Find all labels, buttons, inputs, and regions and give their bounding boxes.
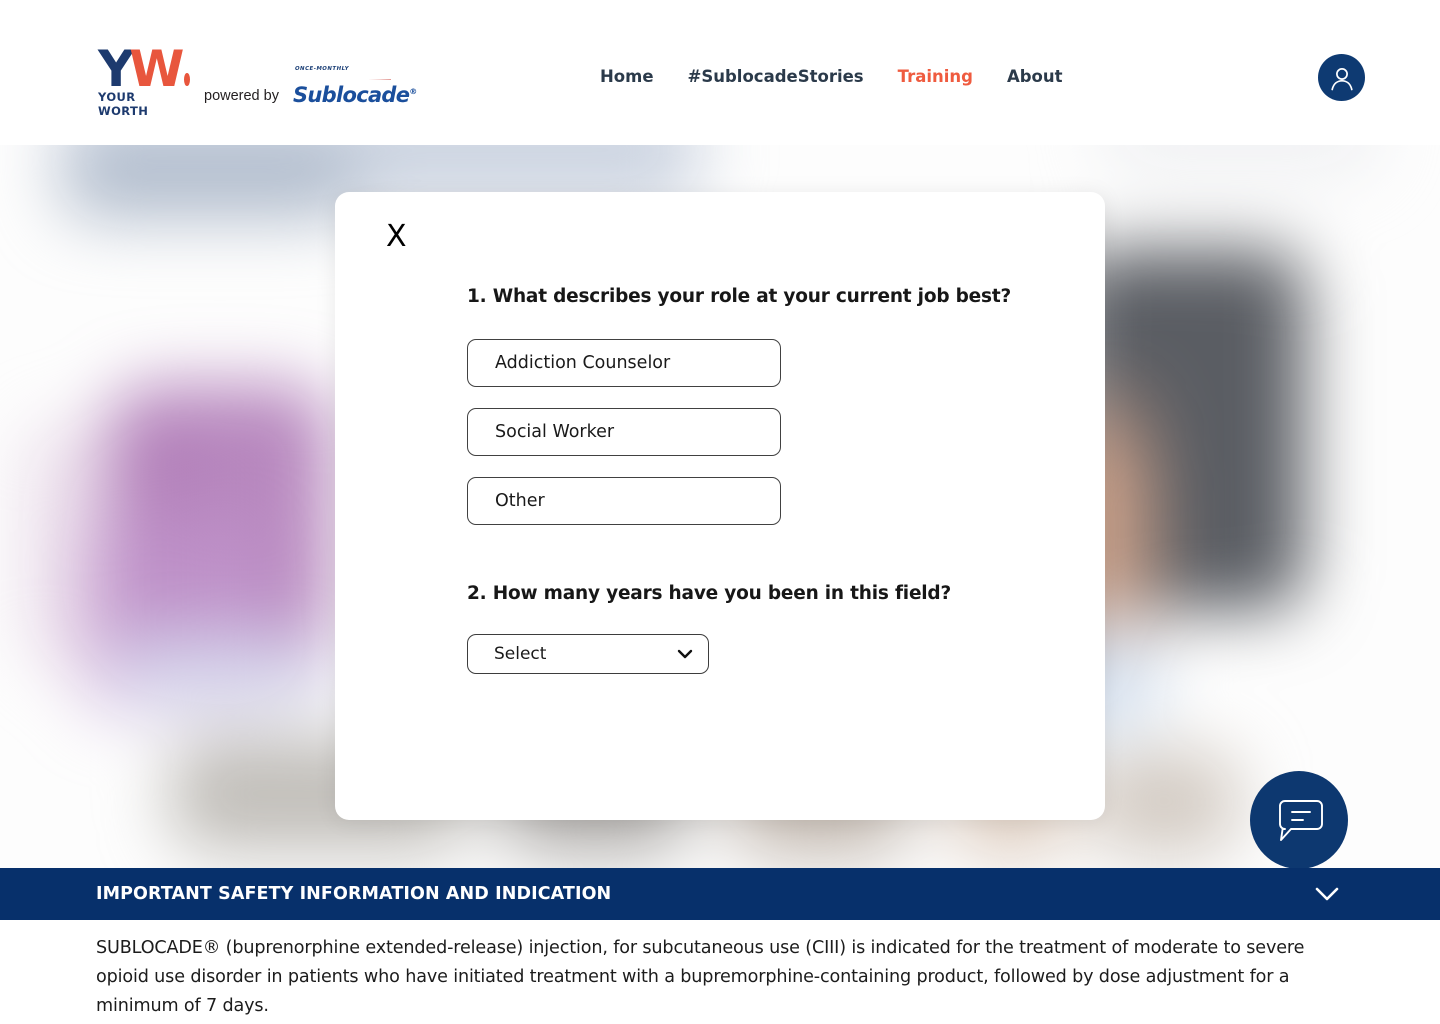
chat-button[interactable] <box>1250 771 1348 869</box>
chevron-down-icon <box>676 645 694 663</box>
option-addiction-counselor[interactable]: Addiction Counselor <box>467 339 781 387</box>
close-icon[interactable]: X <box>380 218 413 256</box>
survey-modal: X 1. What describes your role at your cu… <box>335 192 1105 820</box>
bg-shape-light-blue-band-2 <box>110 630 330 710</box>
sublocade-word-text: Sublocade <box>292 83 410 107</box>
years-in-field-select-value: Select <box>494 644 547 664</box>
question-2-block: 2. How many years have you been in this … <box>467 583 1067 674</box>
nav-item-about[interactable]: About <box>1007 67 1063 86</box>
yw-monogram: Y W <box>98 44 190 94</box>
site-header: Y W YOUR WORTH powered by ONCE-MONTHLY S… <box>0 0 1440 145</box>
isi-body: SUBLOCADE® (buprenorphine extended-relea… <box>0 920 1440 1024</box>
sublocade-logo[interactable]: ONCE-MONTHLY Sublocade® <box>293 66 417 108</box>
isi-header-bar[interactable]: IMPORTANT SAFETY INFORMATION AND INDICAT… <box>0 868 1440 920</box>
bg-shape-bottom-card-5 <box>1090 750 1240 855</box>
sublocade-registered-mark: ® <box>409 87 417 96</box>
option-other[interactable]: Other <box>467 477 781 525</box>
option-social-worker[interactable]: Social Worker <box>467 408 781 456</box>
yw-dot-icon <box>184 73 190 86</box>
isi-heading: IMPORTANT SAFETY INFORMATION AND INDICAT… <box>96 884 612 904</box>
nav-item-sublocadestories[interactable]: #SublocadeStories <box>688 67 864 86</box>
chat-bubble-icon <box>1279 800 1323 841</box>
brand-lockup[interactable]: Y W YOUR WORTH powered by ONCE-MONTHLY S… <box>98 44 417 118</box>
yw-letter-w: W <box>129 40 184 98</box>
years-in-field-select-wrap: Select <box>467 634 709 674</box>
your-worth-logo[interactable]: Y W YOUR WORTH <box>98 44 190 118</box>
isi-expand-chevron-down-icon[interactable] <box>1312 884 1342 904</box>
question-1-options: Addiction Counselor Social Worker Other <box>467 339 1067 525</box>
main-navigation: Home #SublocadeStories Training About <box>600 67 1063 86</box>
nav-item-training[interactable]: Training <box>898 67 973 86</box>
powered-by-label: powered by <box>204 88 279 104</box>
years-in-field-select[interactable]: Select <box>467 634 709 674</box>
yw-letter-y: Y <box>98 40 134 98</box>
sublocade-swoosh-icon <box>293 73 391 80</box>
user-account-icon <box>1330 67 1353 90</box>
account-avatar[interactable] <box>1318 54 1365 101</box>
isi-body-text: SUBLOCADE® (buprenorphine extended-relea… <box>96 938 1305 1016</box>
bg-shape-top-right <box>1100 145 1380 175</box>
nav-item-home[interactable]: Home <box>600 67 654 86</box>
sublocade-once-monthly-label: ONCE-MONTHLY <box>294 66 350 72</box>
sublocade-wordmark: Sublocade® <box>293 81 417 106</box>
modal-body: 1. What describes your role at your curr… <box>467 286 1067 674</box>
question-2-label: 2. How many years have you been in this … <box>467 583 952 604</box>
bg-shape-hero-subheading <box>60 147 360 217</box>
question-1-label: 1. What describes your role at your curr… <box>467 286 1011 307</box>
page-root: Y W YOUR WORTH powered by ONCE-MONTHLY S… <box>0 0 1440 1024</box>
